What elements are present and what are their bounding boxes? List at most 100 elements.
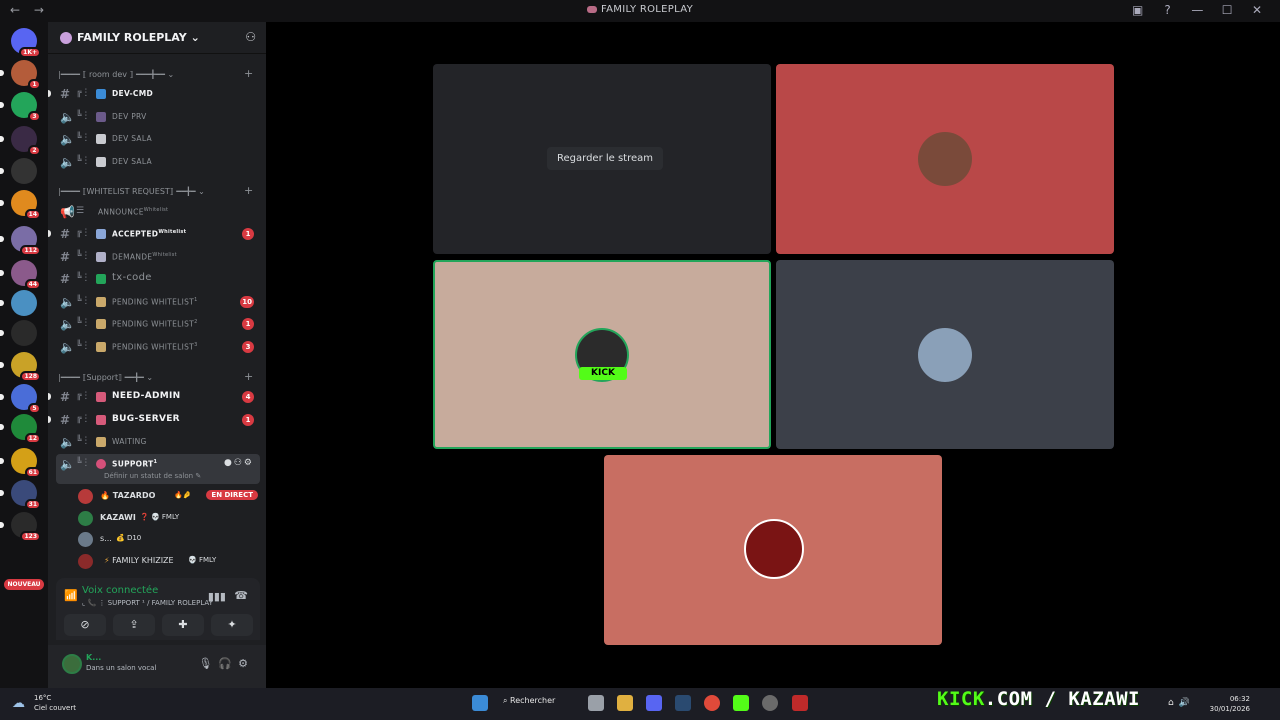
share-screen-button[interactable]: ⇪ [113, 614, 155, 636]
unread-pip [0, 136, 4, 142]
channel-label: DEV PRV [112, 112, 147, 121]
close-icon[interactable]: ✕ [1244, 3, 1270, 17]
server-badge: 5 [28, 403, 41, 414]
user-name[interactable]: K... [86, 653, 101, 662]
camera-off-button[interactable]: ⊘ [64, 614, 106, 636]
discord-icon[interactable] [646, 695, 662, 711]
avatar [918, 328, 972, 382]
server-icon[interactable]: 12 [0, 414, 41, 444]
start-icon[interactable] [472, 695, 488, 711]
maximize-icon[interactable]: ☐ [1214, 3, 1240, 17]
user-panel: K... Dans un salon vocal 🎙🎧⚙ [48, 645, 266, 688]
text-channel-icon: # [60, 390, 71, 404]
create-channel-icon[interactable]: + [244, 370, 253, 383]
create-channel-icon[interactable]: + [244, 67, 253, 80]
steam-icon[interactable] [675, 695, 691, 711]
server-icon[interactable]: 14 [0, 190, 41, 220]
activities-button[interactable]: ✚ [162, 614, 204, 636]
server-rail: 123 31 61 12 5 128 44 112 14 2 3 1 1K+ NOUVEAU [0, 22, 48, 688]
task-view-icon[interactable] [588, 695, 604, 711]
tree-icon: ╚⋮ [76, 156, 91, 166]
search-box[interactable]: ⌕ Rechercher [503, 696, 555, 706]
invite-icon[interactable]: ⚇ [234, 458, 244, 468]
voice-user[interactable]: 🔥 TAZARDO 🔥🤌 EN DIRECT [78, 487, 266, 507]
chat-icon[interactable]: ● [224, 458, 234, 468]
server-icon[interactable] [0, 290, 37, 316]
soundboard-button[interactable]: ✦ [211, 614, 253, 636]
brand-url: .COM / KAZAWI [984, 688, 1140, 710]
inbox-icon[interactable]: ▣ [1125, 3, 1151, 17]
add-member-icon[interactable]: ⚇ [245, 30, 256, 44]
channel-dev-prv[interactable]: 🔈 ╚⋮ DEV PRV [48, 107, 266, 127]
create-channel-icon[interactable]: + [244, 184, 253, 197]
category-support[interactable]: |━━━━ ⟦Support⟧ ━━╋━ ⌄ [58, 373, 153, 382]
channel-label: NEED-ADMIN [112, 391, 181, 401]
server-icon[interactable] [0, 158, 37, 184]
minimize-icon[interactable]: — [1184, 3, 1210, 17]
channel-pending-2[interactable]: 🔈 ╚⋮ PENDING WHITELIST2 1 [48, 314, 266, 334]
signal-icon[interactable]: 📶 [64, 589, 78, 602]
server-icon[interactable]: 128 [0, 352, 41, 382]
clock[interactable]: 06:32 30/01/2026 [1210, 694, 1250, 714]
server-icon[interactable]: 112 [0, 226, 41, 256]
participant-tile-speaking[interactable]: KICK [433, 260, 771, 449]
hourglass-icon [96, 319, 106, 329]
microphone-icon[interactable]: 🎙 [198, 657, 218, 670]
channel-dev-cmd[interactable]: # ╔⋮ DEV-CMD [48, 84, 266, 104]
server-icon[interactable]: 31 [0, 480, 41, 510]
settings-icon[interactable]: ⚙ [244, 458, 254, 468]
settings-icon[interactable]: ⚙ [238, 657, 254, 670]
server-icon[interactable]: 5 [0, 384, 41, 414]
mention-badge: 1 [242, 228, 254, 240]
channel-status-hint[interactable]: Définir un statut de salon ✎ [104, 472, 201, 480]
server-icon[interactable]: 3 [0, 92, 41, 122]
channel-label: BUG-SERVER [112, 414, 180, 424]
server-icon[interactable]: 1K+ [11, 28, 41, 58]
server-header[interactable]: FAMILY ROLEPLAY ⌄ ⚇ [48, 22, 266, 54]
volume-icon[interactable]: 🔊 [1179, 698, 1195, 708]
disconnect-icon[interactable]: ☎ [234, 589, 248, 602]
kick-app-icon[interactable] [733, 695, 749, 711]
channel-pending-1[interactable]: 🔈 ╚⋮ PENDING WHITELIST1 10 [48, 292, 266, 312]
channel-support-active[interactable]: 🔈 ╚⋮ SUPPORT1 ●⚇⚙ Définir un statut de s… [56, 454, 260, 484]
noise-suppression-icon[interactable]: ▮▮▮ [208, 590, 226, 603]
voice-user[interactable]: ⚡ FAMILY KHIZIZE 💀 FMLY [78, 552, 266, 572]
headphones-icon[interactable]: 🎧 [218, 657, 238, 670]
channel-demande[interactable]: # ╚⋮ DEMANDEWhitelist [48, 247, 266, 267]
voice-channel-icon: 🔈 [60, 435, 75, 449]
participant-tile[interactable] [776, 260, 1114, 449]
watch-stream-button[interactable]: Regarder le stream [547, 147, 664, 170]
participant-tile[interactable] [604, 455, 942, 645]
category-room-dev[interactable]: |━━━━ ⟦ room dev ⟧ ━━━╋━━ ⌄ [58, 70, 174, 79]
channel-bug-server[interactable]: # ╔⋮ BUG-SERVER 1 [48, 410, 266, 430]
obs-icon[interactable] [762, 695, 778, 711]
voice-channel-path[interactable]: ⌞ 📞 ⋮ SUPPORT ¹ / FAMILY ROLEPLAY [82, 599, 213, 607]
network-icon[interactable]: ⌂ [1168, 698, 1179, 708]
file-explorer-icon[interactable] [617, 695, 633, 711]
voicemeeter-icon[interactable] [792, 695, 808, 711]
category-whitelist[interactable]: |━━━━ ⟦WHITELIST REQUEST⟧ ━━╋━ ⌄ [58, 187, 205, 196]
server-icon[interactable]: 61 [0, 448, 41, 478]
channel-dev-sala-1[interactable]: 🔈 ╚⋮ DEV SALA [48, 129, 266, 149]
server-icon[interactable]: 2 [0, 126, 41, 156]
channel-announce[interactable]: 📢 ☰ ANNOUNCEWhitelist [48, 202, 266, 222]
channel-accepted[interactable]: # ╔⋮ ACCEPTEDWhitelist 1 [48, 224, 266, 244]
chrome-icon[interactable] [704, 695, 720, 711]
channel-pending-3[interactable]: 🔈 ╚⋮ PENDING WHITELIST3 3 [48, 337, 266, 357]
server-icon[interactable]: 1 [0, 60, 41, 90]
server-icon[interactable]: 123 [0, 512, 41, 542]
channel-dev-sala-2[interactable]: 🔈 ╚⋮ DEV SALA [48, 152, 266, 172]
participant-tile[interactable] [776, 64, 1114, 254]
text-channel-icon: # [60, 250, 71, 264]
voice-user[interactable]: KAZAWI ❓ 💀 FMLY [78, 509, 266, 529]
channel-need-admin[interactable]: # ╔⋮ NEED-ADMIN 4 [48, 387, 266, 407]
channel-tools: ●⚇⚙ [224, 458, 254, 468]
server-icon[interactable]: 44 [0, 260, 41, 290]
channel-waiting[interactable]: 🔈 ╚⋮ WAITING [48, 432, 266, 452]
help-icon[interactable]: ? [1155, 3, 1181, 17]
server-icon[interactable] [0, 320, 37, 346]
avatar[interactable] [62, 654, 82, 674]
channel-tx-code[interactable]: # ╚⋮ tx-code [48, 269, 266, 289]
voice-user[interactable]: s... 💰 D10 [78, 530, 266, 550]
stream-tile[interactable]: Regarder le stream [433, 64, 771, 254]
